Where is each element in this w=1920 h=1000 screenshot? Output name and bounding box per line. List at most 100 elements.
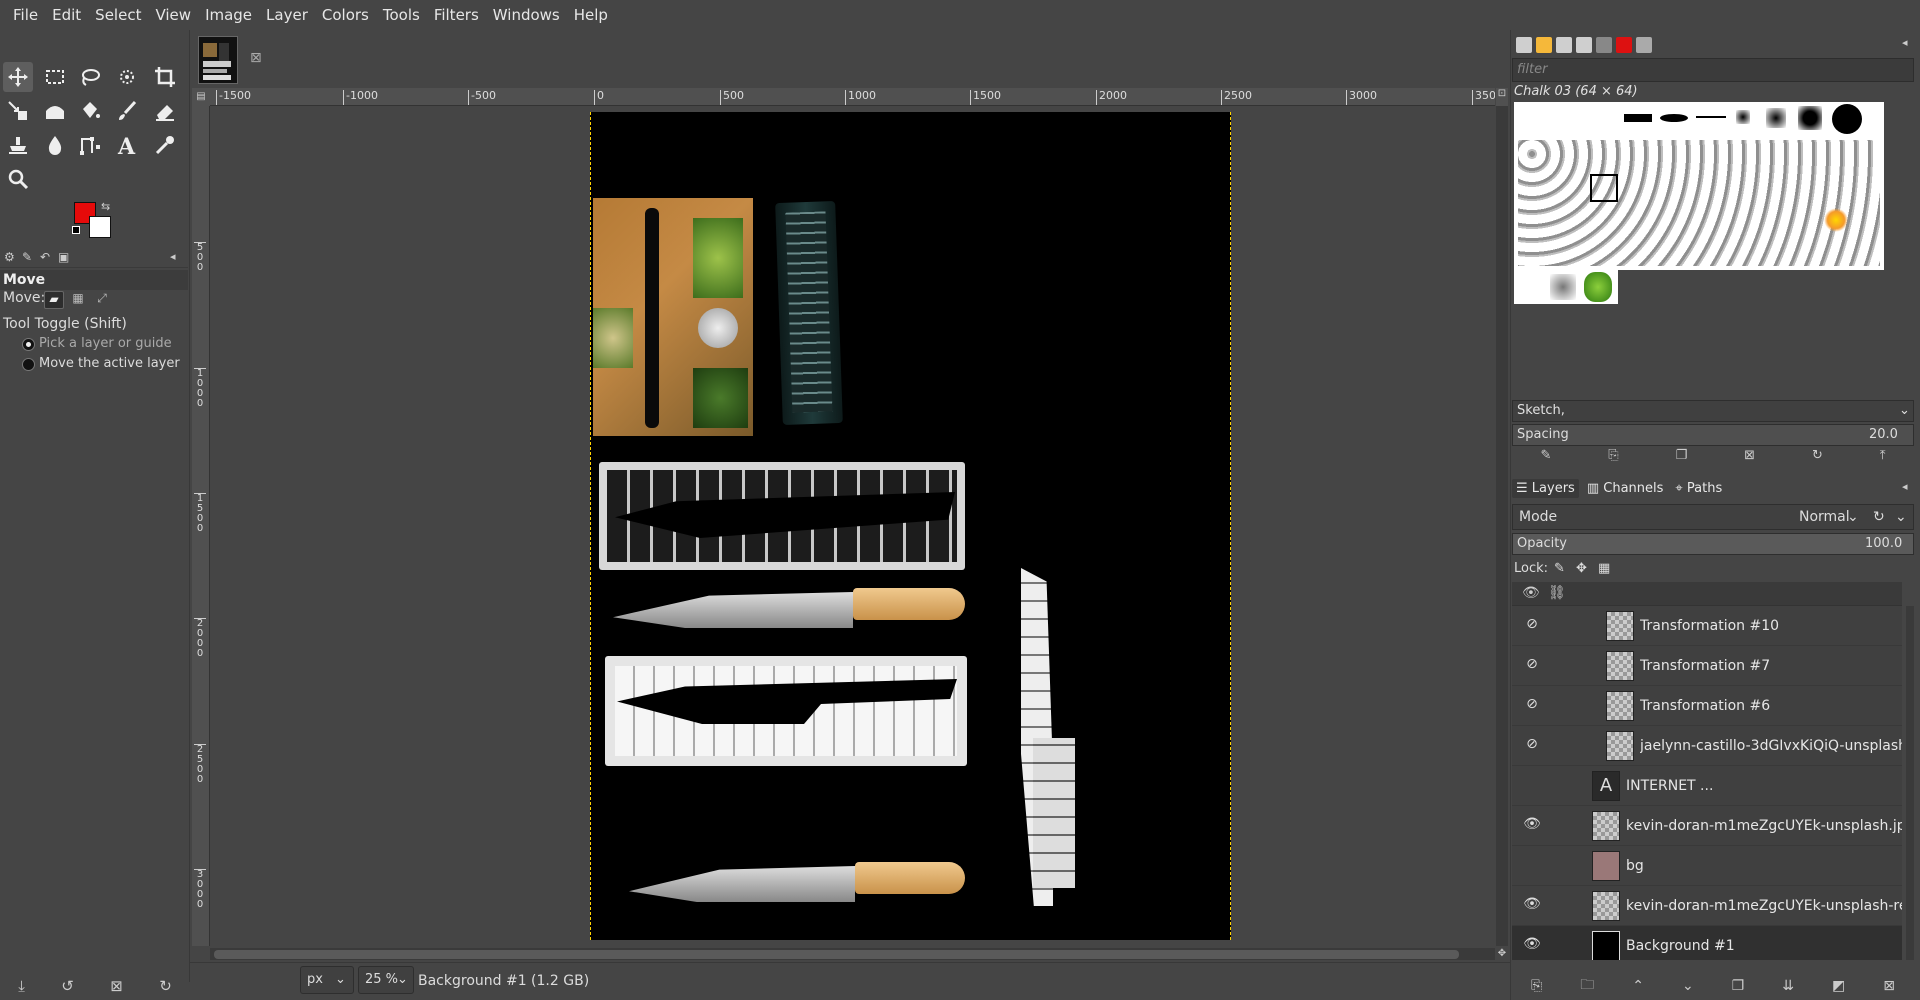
paintbrush-tool-icon[interactable] [112,96,142,126]
layers-list[interactable]: ⊘ Transformation #10 ⊘ Transformation #7… [1512,606,1902,960]
menu-filters[interactable]: Filters [427,0,486,30]
pepper-brush-item[interactable] [1584,272,1612,302]
pick-layer-label[interactable]: Pick a layer or guide [39,336,172,351]
pick-layer-radio[interactable] [22,338,35,351]
eye-icon[interactable]: 👁 [1520,936,1544,956]
duplicate-brush-icon[interactable]: ❐ [1676,448,1688,468]
tab-layers[interactable]: ☰ Layers [1512,478,1579,498]
unit-selector[interactable]: px ⌄ [300,966,354,994]
zoom-tool-icon[interactable] [3,164,33,194]
hidden-eye-icon[interactable]: ⊘ [1520,736,1544,756]
mask-layer-icon[interactable]: ◩ [1832,978,1845,994]
lasso-tool-icon[interactable] [75,62,105,92]
lock-alpha-icon[interactable]: ▦ [1598,558,1610,580]
layers-scrollbar[interactable] [1906,606,1914,960]
eye-icon[interactable]: 👁 [1520,896,1544,916]
device-status-tab-icon[interactable]: ✎ [22,250,32,264]
menu-edit[interactable]: Edit [45,0,88,30]
lower-layer-icon[interactable]: ⌄ [1682,978,1694,994]
paint-dynamics-tab-icon[interactable] [1596,37,1612,53]
menu-windows[interactable]: Windows [486,0,567,30]
layer-name[interactable]: INTERNET ... [1626,766,1902,806]
delete-brush-icon[interactable]: ⊠ [1744,448,1755,468]
vertical-ruler[interactable]: 500 1000 1500 2000 2500 3000 [192,106,210,946]
menu-file[interactable]: File [6,0,45,30]
refresh-brushes-icon[interactable]: ↻ [1812,448,1823,468]
fonts-tab-icon[interactable] [1556,37,1572,53]
layer-row[interactable]: ⊘ Transformation #6 [1512,686,1902,726]
undo-history-tab-icon[interactable]: ↶ [40,250,50,264]
restore-options-icon[interactable]: ↺ [61,977,74,995]
layer-mode-selector[interactable]: Mode Normal ⌄ ↻ ⌄ [1512,504,1914,530]
move-tool-icon[interactable] [3,62,33,92]
open-brush-as-image-icon[interactable]: ⤒ [1880,448,1886,468]
lock-position-icon[interactable]: ✥ [1576,558,1587,580]
paths-tool-icon[interactable] [75,130,105,160]
brush-tag-selector[interactable]: Sketch, ⌄ [1512,400,1914,422]
reset-mode-icon[interactable]: ↻ [1873,505,1885,529]
bucket-fill-tool-icon[interactable] [75,96,105,126]
layer-row-selected[interactable]: 👁 Background #1 [1512,926,1902,960]
hidden-eye-icon[interactable]: ⊘ [1520,696,1544,716]
hidden-eye-icon[interactable]: ⊘ [1520,656,1544,676]
new-brush-icon[interactable]: ⎘ [1608,448,1618,468]
layer-row[interactable]: 👁 kevin-doran-m1meZgcUYEk-unsplash.jpg #… [1512,806,1902,846]
duplicate-layer-icon[interactable]: ❐ [1732,978,1745,994]
layer-name[interactable]: Transformation #10 [1640,606,1902,646]
layer-name[interactable]: Transformation #7 [1640,646,1902,686]
menu-view[interactable]: View [148,0,198,30]
patterns-tab-icon[interactable] [1536,37,1552,53]
brush-item[interactable] [1766,108,1786,128]
clone-tool-icon[interactable] [3,130,33,160]
scale-tool-icon[interactable] [3,96,33,126]
layer-opacity-slider[interactable]: Opacity 100.0 [1512,533,1914,555]
document-history-tab-icon[interactable] [1576,37,1592,53]
selected-brush-item[interactable] [1590,174,1618,202]
horizontal-ruler[interactable]: -1500 -1000 -500 0 500 1000 1500 2000 25… [210,88,1495,106]
new-layer-group-icon[interactable]: 🗀 [1580,974,1594,998]
eraser-tool-icon[interactable] [150,96,180,126]
text-tool-icon[interactable]: A [112,130,142,160]
brush-item[interactable] [1832,104,1862,134]
brush-item[interactable] [1624,114,1652,122]
hidden-eye-icon[interactable]: ⊘ [1520,616,1544,636]
eye-icon[interactable]: 👁 [1520,816,1544,836]
move-path-mode-button[interactable]: ⤢ [92,291,112,309]
close-image-tab-icon[interactable]: ⊠ [250,50,262,66]
layer-row[interactable]: ⊘ Transformation #10 [1512,606,1902,646]
move-active-layer-radio[interactable] [22,358,35,371]
palettes-tab-icon[interactable] [1636,37,1652,53]
brush-grid[interactable] [1514,102,1884,270]
panel-menu-icon[interactable]: ◂ [1902,36,1908,49]
gradients-tab-icon[interactable] [1616,37,1632,53]
move-selection-mode-button[interactable]: ▦ [68,291,88,309]
delete-options-icon[interactable]: ⊠ [110,977,123,995]
layer-name[interactable]: kevin-doran-m1meZgcUYEk-unsplash.jpg #1 [1626,806,1902,846]
layer-name[interactable]: kevin-doran-m1meZgcUYEk-unsplash-remove [1626,886,1902,926]
layer-row[interactable]: 👁 kevin-doran-m1meZgcUYEk-unsplash-remov… [1512,886,1902,926]
canvas-horizontal-scroll-thumb[interactable] [214,950,1459,959]
brush-item[interactable] [1696,116,1726,118]
brushes-tab-icon[interactable] [1516,37,1532,53]
brush-grid-last-row[interactable] [1514,270,1618,304]
image-tab-thumbnail[interactable] [198,36,238,84]
layer-row[interactable]: ⊘ Transformation #7 [1512,646,1902,686]
edit-brush-icon[interactable]: ✎ [1540,448,1551,468]
crop-tool-icon[interactable] [150,62,180,92]
anchor-layer-icon[interactable]: ⇊ [1782,978,1794,994]
brush-item[interactable] [1660,114,1688,122]
layer-name[interactable]: bg [1626,846,1902,886]
layer-row[interactable]: ⊘ jaelynn-castillo-3dGIvxKiQiQ-unsplash-… [1512,726,1902,766]
navigate-icon[interactable]: ✥ [1496,948,1508,960]
delete-layer-icon[interactable]: ⊠ [1883,978,1895,994]
brush-spacing-slider[interactable]: Spacing 20.0 [1512,424,1914,446]
layer-name[interactable]: jaelynn-castillo-3dGIvxKiQiQ-unsplash-re… [1640,726,1902,766]
menu-help[interactable]: Help [567,0,615,30]
brush-filter-input[interactable]: filter [1512,58,1914,82]
chain-column-icon[interactable]: ⛓ [1548,585,1566,601]
save-options-icon[interactable]: ⤓ [18,977,25,995]
menu-colors[interactable]: Colors [315,0,376,30]
new-layer-icon[interactable]: ⎘ [1531,978,1542,994]
raise-layer-icon[interactable]: ⌃ [1632,978,1644,994]
brush-item[interactable] [1518,140,1880,266]
